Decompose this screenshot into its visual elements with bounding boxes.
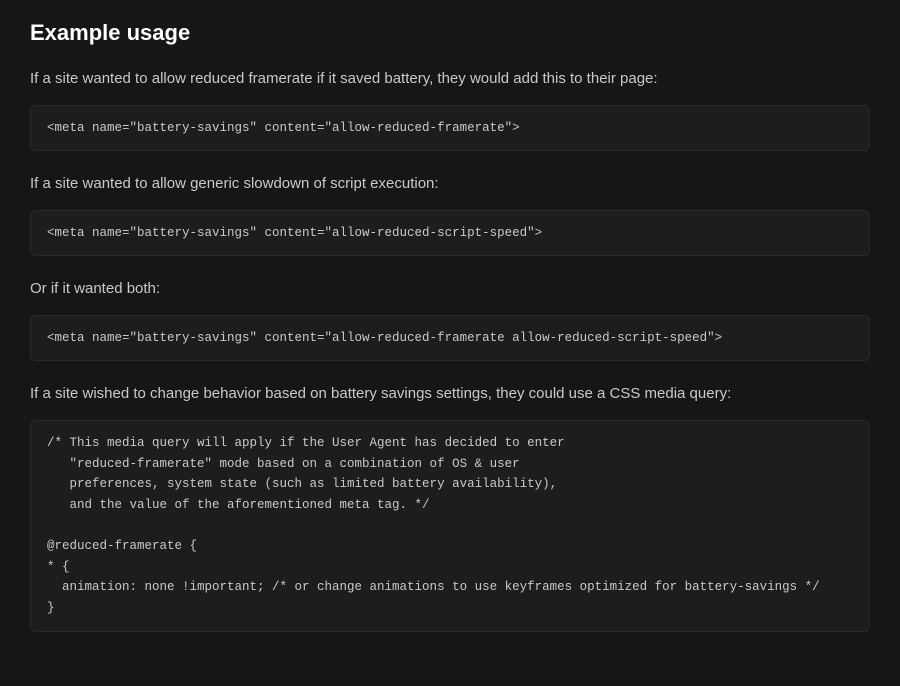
code-content-3: <meta name="battery-savings" content="al… xyxy=(47,331,722,345)
code-block-2: <meta name="battery-savings" content="al… xyxy=(30,210,870,257)
code-content-2: <meta name="battery-savings" content="al… xyxy=(47,226,542,240)
code-block-4: /* This media query will apply if the Us… xyxy=(30,420,870,632)
code-block-1: <meta name="battery-savings" content="al… xyxy=(30,105,870,152)
paragraph-3: Or if it wanted both: xyxy=(30,278,870,301)
code-content-1: <meta name="battery-savings" content="al… xyxy=(47,121,520,135)
paragraph-4: If a site wished to change behavior base… xyxy=(30,383,870,406)
section-heading: Example usage xyxy=(30,20,870,46)
code-block-3: <meta name="battery-savings" content="al… xyxy=(30,315,870,362)
code-content-4: /* This media query will apply if the Us… xyxy=(47,436,820,615)
paragraph-1: If a site wanted to allow reduced framer… xyxy=(30,68,870,91)
paragraph-2: If a site wanted to allow generic slowdo… xyxy=(30,173,870,196)
